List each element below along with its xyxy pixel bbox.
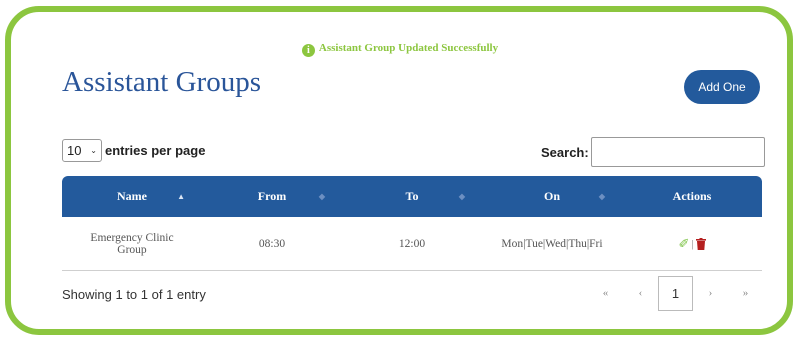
pagination: « ‹ 1 › » (588, 276, 763, 311)
table-info: Showing 1 to 1 of 1 entry (62, 287, 206, 302)
action-separator: | (691, 237, 694, 250)
sort-icon: ◆ (458, 192, 465, 201)
table-header: Name ▲ From ◆ To ◆ On ◆ Actions (62, 176, 762, 217)
entries-per-page: 10 ⌄ entries per page (62, 139, 205, 162)
prev-page-button[interactable]: ‹ (623, 276, 658, 311)
column-header-to[interactable]: To ◆ (342, 176, 482, 217)
next-page-button[interactable]: › (693, 276, 728, 311)
info-icon: i (301, 44, 315, 57)
column-header-on[interactable]: On ◆ (482, 176, 622, 217)
column-header-from[interactable]: From ◆ (202, 176, 342, 217)
chevron-down-icon: ⌄ (90, 146, 97, 155)
entries-select[interactable]: 10 ⌄ (62, 139, 102, 162)
first-page-button[interactable]: « (588, 276, 623, 311)
cell-name: Emergency Clinic Group (90, 231, 174, 256)
cell-to: 12:00 (398, 237, 426, 250)
entries-select-value: 10 (67, 143, 82, 158)
search-input[interactable] (590, 137, 765, 167)
trash-icon[interactable] (695, 237, 706, 250)
column-header-name[interactable]: Name ▲ (62, 176, 202, 217)
table-row: Emergency Clinic Group 08:30 12:00 Mon|T… (62, 217, 762, 271)
column-header-label: Name (117, 189, 147, 203)
cell-from: 08:30 (258, 237, 286, 250)
last-page-button[interactable]: » (728, 276, 763, 311)
column-header-label: On (543, 189, 560, 203)
column-header-actions: Actions (622, 176, 762, 217)
cell-on: Mon|Tue|Wed|Thu|Fri (501, 237, 603, 250)
entries-label: entries per page (105, 143, 206, 158)
sort-icon: ◆ (598, 192, 605, 201)
search-label: Search: (541, 144, 589, 160)
sort-icon: ◆ (318, 192, 325, 201)
column-header-label: To (405, 189, 419, 203)
sort-ascending-icon: ▲ (177, 192, 185, 201)
page-title: Assistant Groups (62, 66, 261, 98)
column-header-label: From (257, 189, 287, 203)
search-box: Search: (541, 137, 765, 167)
current-page-button[interactable]: 1 (658, 276, 693, 311)
column-header-label: Actions (672, 189, 712, 203)
success-alert: i Assistant Group Updated Successfully (0, 42, 800, 57)
edit-icon[interactable]: ✐ (678, 237, 689, 250)
add-one-button[interactable]: Add One (684, 70, 760, 104)
alert-message: Assistant Group Updated Successfully (318, 42, 499, 54)
cell-actions: ✐ | (622, 237, 762, 250)
